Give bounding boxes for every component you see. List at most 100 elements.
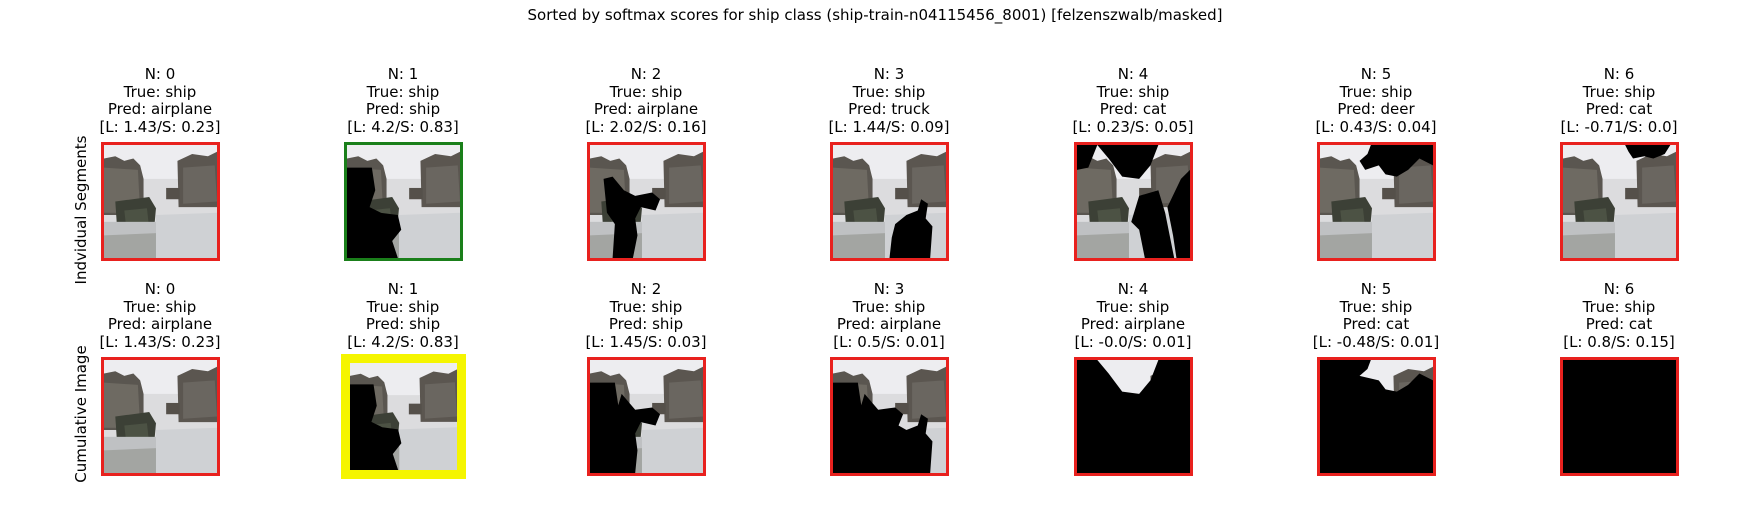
cell-row0-n4: N: 4 True: ship Pred: cat [L: 0.23/S: 0.05]: [1011, 65, 1255, 261]
cell-title: N: 4 True: ship Pred: airplane [L: -0.0/S: …: [1011, 280, 1255, 351]
cell-row1-n4: N: 4 True: ship Pred: airplane [L: -0.0/S: …: [1011, 280, 1255, 476]
cell-title: N: 6 True: ship Pred: cat [L: 0.8/S: 0.15]: [1497, 280, 1741, 351]
image-frame: [586, 142, 706, 261]
cell-title-score: [L: 2.02/S: 0.16]: [585, 117, 707, 136]
cell-row0-n1: N: 1 True: ship Pred: ship [L: 4.2/S: 0.83]: [281, 65, 525, 261]
cell-title-score: [L: -0.0/S: 0.01]: [1074, 332, 1192, 351]
cell-title-pred: Pred: cat: [1099, 100, 1167, 118]
cell-title-score: [L: 0.43/S: 0.04]: [1315, 117, 1437, 136]
ship-image: [103, 360, 217, 473]
cell-title-true: True: ship: [123, 82, 197, 101]
cell-title-n: N: 6: [1603, 65, 1635, 83]
cell-title-n: N: 4: [1117, 65, 1149, 83]
figure-title: Sorted by softmax scores for ship class …: [527, 6, 1223, 24]
cell-title: N: 6 True: ship Pred: cat [L: -0.71/S: 0.0]: [1497, 65, 1741, 136]
cell-title-score: [L: 1.43/S: 0.23]: [99, 332, 221, 351]
cell-title-score: [L: 4.2/S: 0.83]: [347, 117, 459, 136]
cell-title: N: 1 True: ship Pred: ship [L: 4.2/S: 0.83]: [281, 280, 525, 351]
cell-row1-n5: N: 5 True: ship Pred: cat [L: -0.48/S: 0.01…: [1254, 280, 1498, 476]
cell-title-n: N: 5: [1360, 65, 1392, 83]
cell-title-pred: Pred: airplane: [107, 315, 213, 333]
cell-title-score: [L: 4.2/S: 0.83]: [347, 332, 459, 351]
cell-title-n: N: 6: [1603, 280, 1635, 298]
cell-row0-n3: N: 3 True: ship Pred: truck [L: 1.44/S: 0.0…: [767, 65, 1011, 261]
cell-row0-n6: N: 6 True: ship Pred: cat [L: -0.71/S: 0.0]: [1497, 65, 1741, 261]
image-frame: [343, 142, 463, 261]
cell-title-n: N: 2: [630, 65, 662, 83]
ship-image: [103, 145, 217, 258]
image-frame: [829, 357, 949, 476]
ship-image: [589, 145, 703, 258]
cell-row1-n0: N: 0 True: ship Pred: airplane [L: 1.43/S: …: [38, 280, 282, 476]
cell-title-n: N: 4: [1117, 280, 1149, 298]
cell-title-score: [L: 0.5/S: 0.01]: [833, 332, 945, 351]
cell-title: N: 2 True: ship Pred: ship [L: 1.45/S: 0.03…: [524, 280, 768, 351]
cell-row1-n3: N: 3 True: ship Pred: airplane [L: 0.5/S: 0…: [767, 280, 1011, 476]
ship-image: [589, 360, 703, 473]
ship-image: [1319, 145, 1433, 258]
cell-title-true: True: ship: [609, 297, 683, 316]
cell-title: N: 2 True: ship Pred: airplane [L: 2.02/S: …: [524, 65, 768, 136]
image-frame: [1559, 142, 1679, 261]
cell-title-n: N: 0: [144, 65, 176, 83]
cell-title-score: [L: 1.43/S: 0.23]: [99, 117, 221, 136]
cell-title-pred: Pred: airplane: [836, 315, 942, 333]
cell-title-score: [L: -0.48/S: 0.01]: [1312, 332, 1440, 351]
cell-title-true: True: ship: [1096, 82, 1170, 101]
image-frame: [100, 142, 220, 261]
cell-title: N: 5 True: ship Pred: deer [L: 0.43/S: 0.04…: [1254, 65, 1498, 136]
image-frame: [1073, 357, 1193, 476]
cell-row0-n2: N: 2 True: ship Pred: airplane [L: 2.02/S: …: [524, 65, 768, 261]
ship-image: [1562, 145, 1676, 258]
image-frame: [1316, 142, 1436, 261]
cell-title-score: [L: 0.8/S: 0.15]: [1563, 332, 1675, 351]
cell-title-score: [L: -0.71/S: 0.0]: [1560, 117, 1678, 136]
image-frame: [829, 142, 949, 261]
cell-title-pred: Pred: cat: [1585, 100, 1653, 118]
ship-image: [832, 360, 946, 473]
cell-title-true: True: ship: [1582, 297, 1656, 316]
ship-image: [1319, 360, 1433, 473]
cell-title: N: 0 True: ship Pred: airplane [L: 1.43/S: …: [38, 280, 282, 351]
cell-title-pred: Pred: cat: [1585, 315, 1653, 333]
cell-title-true: True: ship: [123, 297, 197, 316]
cell-title-n: N: 5: [1360, 280, 1392, 298]
cell-title-true: True: ship: [366, 82, 440, 101]
cell-title-pred: Pred: truck: [848, 100, 930, 118]
ship-image: [1076, 360, 1190, 473]
cell-title-true: True: ship: [852, 82, 926, 101]
ship-image: [1562, 360, 1676, 473]
cell-title-true: True: ship: [366, 297, 440, 316]
ship-image: [346, 145, 460, 258]
ship-image: [1076, 145, 1190, 258]
cell-title-true: True: ship: [1339, 82, 1413, 101]
cell-title-score: [L: 1.44/S: 0.09]: [828, 117, 950, 136]
cell-row0-n0: N: 0 True: ship Pred: airplane [L: 1.43/S: …: [38, 65, 282, 261]
cell-title-n: N: 0: [144, 280, 176, 298]
image-frame: [340, 354, 466, 479]
cell-title: N: 0 True: ship Pred: airplane [L: 1.43/S: …: [38, 65, 282, 136]
cell-row1-n2: N: 2 True: ship Pred: ship [L: 1.45/S: 0.03…: [524, 280, 768, 476]
image-frame: [1073, 142, 1193, 261]
cell-title-true: True: ship: [1096, 297, 1170, 316]
cell-title-true: True: ship: [609, 82, 683, 101]
cell-title-n: N: 3: [873, 280, 905, 298]
cell-title-pred: Pred: airplane: [1080, 315, 1186, 333]
cell-title-n: N: 1: [387, 65, 419, 83]
cell-row1-n6: N: 6 True: ship Pred: cat [L: 0.8/S: 0.15]: [1497, 280, 1741, 476]
cell-title-n: N: 3: [873, 65, 905, 83]
cell-title: N: 3 True: ship Pred: truck [L: 1.44/S: 0.0…: [767, 65, 1011, 136]
cell-title-pred: Pred: airplane: [107, 100, 213, 118]
cell-title-score: [L: 1.45/S: 0.03]: [585, 332, 707, 351]
cell-title-pred: Pred: ship: [608, 315, 684, 333]
cell-title-pred: Pred: deer: [1337, 100, 1415, 118]
ship-image: [349, 363, 457, 470]
cell-title-n: N: 1: [387, 280, 419, 298]
cell-title-pred: Pred: ship: [365, 315, 441, 333]
ship-image: [832, 145, 946, 258]
cell-title-pred: Pred: airplane: [593, 100, 699, 118]
image-frame: [1316, 357, 1436, 476]
cell-title-true: True: ship: [1339, 297, 1413, 316]
cell-title: N: 5 True: ship Pred: cat [L: -0.48/S: 0.01…: [1254, 280, 1498, 351]
cell-row1-n1: N: 1 True: ship Pred: ship [L: 4.2/S: 0.83]: [281, 280, 525, 479]
